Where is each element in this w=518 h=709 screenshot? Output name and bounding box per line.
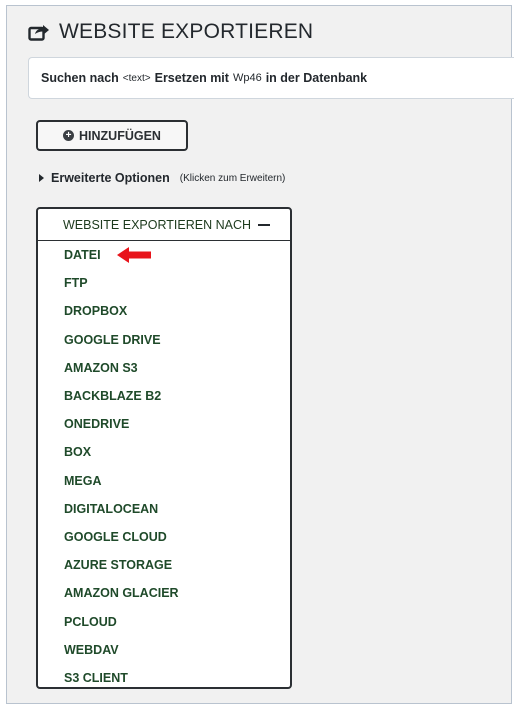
export-item-amazon-s3[interactable]: AMAZON S3 bbox=[38, 354, 290, 382]
advanced-options-label: Erweiterte Optionen bbox=[51, 171, 170, 185]
menu-item-label: WEBDAV bbox=[64, 642, 119, 657]
menu-item-label: FTP bbox=[64, 276, 88, 291]
export-destination-panel: WEBSITE EXPORTIEREN NACH DATEI FTP DROPB… bbox=[36, 207, 292, 689]
page-title: WEBSITE EXPORTIEREN bbox=[59, 20, 314, 43]
menu-item-label: BOX bbox=[64, 445, 92, 460]
export-panel-title: WEBSITE EXPORTIEREN NACH bbox=[63, 217, 251, 232]
export-item-webdav[interactable]: WEBDAV bbox=[38, 636, 290, 664]
export-item-ftp[interactable]: FTP bbox=[38, 269, 290, 297]
export-item-amazon-glacier[interactable]: AMAZON GLACIER bbox=[38, 579, 290, 607]
menu-item-label: GOOGLE DRIVE bbox=[64, 332, 161, 347]
menu-item-label: AZURE STORAGE bbox=[64, 558, 173, 573]
menu-item-label: ONEDRIVE bbox=[64, 417, 130, 432]
export-item-mega[interactable]: MEGA bbox=[38, 467, 290, 495]
export-item-digitalocean[interactable]: DIGITALOCEAN bbox=[38, 495, 290, 523]
export-item-google-cloud[interactable]: GOOGLE CLOUD bbox=[38, 523, 290, 551]
menu-item-label: AMAZON GLACIER bbox=[64, 586, 179, 601]
plus-circle-icon: + bbox=[63, 130, 75, 141]
export-item-pcloud[interactable]: PCLOUD bbox=[38, 607, 290, 635]
export-item-onedrive[interactable]: ONEDRIVE bbox=[38, 410, 290, 438]
menu-item-label: MEGA bbox=[64, 473, 102, 488]
export-item-box[interactable]: BOX bbox=[38, 438, 290, 466]
export-item-s3-client[interactable]: S3 CLIENT bbox=[38, 664, 290, 692]
search-prefix-label: Suchen nach bbox=[41, 71, 119, 85]
export-item-azure-storage[interactable]: AZURE STORAGE bbox=[38, 551, 290, 579]
add-button-label: HINZUFÜGEN bbox=[79, 128, 161, 143]
menu-item-label: DROPBOX bbox=[64, 304, 128, 319]
menu-item-label: DIGITALOCEAN bbox=[64, 501, 159, 516]
plugin-page: WEBSITE EXPORTIEREN Suchen nach <text> E… bbox=[6, 5, 514, 704]
advanced-options-toggle[interactable]: Erweiterte Optionen (Klicken zum Erweite… bbox=[39, 171, 285, 185]
export-item-backblaze-b2[interactable]: BACKBLAZE B2 bbox=[38, 382, 290, 410]
menu-item-label: BACKBLAZE B2 bbox=[64, 389, 162, 404]
menu-item-label: PCLOUD bbox=[64, 614, 117, 629]
search-text-token[interactable]: <text> bbox=[123, 73, 151, 84]
search-replace-row[interactable]: Suchen nach <text> Ersetzen mit Wp46 in … bbox=[28, 57, 514, 99]
red-arrow-annotation-icon bbox=[116, 246, 152, 267]
add-button[interactable]: + HINZUFÜGEN bbox=[36, 120, 188, 151]
export-icon bbox=[28, 23, 50, 41]
replace-middle-label: Ersetzen mit bbox=[154, 71, 229, 85]
page-header: WEBSITE EXPORTIEREN bbox=[28, 20, 313, 44]
export-item-google-drive[interactable]: GOOGLE DRIVE bbox=[38, 326, 290, 354]
export-destination-list: DATEI FTP DROPBOX GOOGLE DRIVE AMAZON S3… bbox=[38, 241, 290, 692]
advanced-options-hint: (Klicken zum Erweitern) bbox=[179, 172, 286, 184]
search-suffix-label: in der Datenbank bbox=[265, 71, 368, 85]
minus-icon[interactable] bbox=[258, 223, 270, 226]
export-item-datei[interactable]: DATEI bbox=[38, 241, 290, 269]
menu-item-label: S3 CLIENT bbox=[64, 670, 128, 685]
menu-item-label: GOOGLE CLOUD bbox=[64, 529, 167, 544]
export-item-dropbox[interactable]: DROPBOX bbox=[38, 297, 290, 325]
caret-right-icon bbox=[39, 174, 44, 182]
replace-text-token[interactable]: Wp46 bbox=[233, 72, 262, 84]
menu-item-label: AMAZON S3 bbox=[64, 360, 138, 375]
menu-item-label: DATEI bbox=[64, 248, 101, 263]
export-panel-header[interactable]: WEBSITE EXPORTIEREN NACH bbox=[38, 209, 290, 241]
